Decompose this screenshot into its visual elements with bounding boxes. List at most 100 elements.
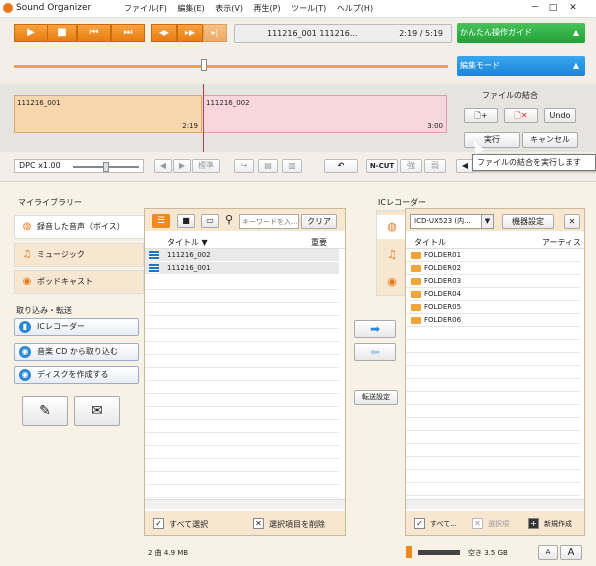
maximize-button[interactable]: □	[545, 2, 561, 15]
col-importance[interactable]: 重要	[311, 237, 327, 248]
transfer-to-library-button[interactable]: ⬅	[354, 343, 396, 361]
menu-view[interactable]: 表示(V)	[215, 4, 243, 13]
tab-voice[interactable]: ◍ 録音した音声（ボイス）	[14, 215, 144, 239]
folder-row[interactable]: FOLDER05	[406, 301, 580, 314]
dpc-up-button[interactable]: ▶	[173, 159, 191, 173]
transfer-to-recorder-button[interactable]: ➡	[354, 320, 396, 338]
library-horizontal-scrollbar[interactable]	[145, 499, 345, 509]
select-all-checkbox[interactable]: ✓	[153, 518, 164, 529]
folder-row[interactable]: FOLDER02	[406, 262, 580, 275]
folder-icon: ■	[182, 216, 190, 225]
edit-info-button[interactable]: ✎	[22, 396, 68, 426]
search-input[interactable]	[239, 214, 299, 229]
email-button[interactable]: ✉	[74, 396, 120, 426]
library-list-header: タイトル ▼ 重要	[145, 235, 345, 249]
cd-icon: ◉	[19, 346, 31, 358]
minimize-button[interactable]: －	[527, 2, 543, 15]
mail-icon: ✉	[91, 403, 103, 419]
previous-button[interactable]: ⏮	[77, 24, 111, 42]
device-select[interactable]: ICD-UX523 (内... ▼	[410, 214, 494, 229]
ic-side-tabs: ◍ ♫ ◉	[376, 210, 407, 296]
ic-tab-music[interactable]: ♫	[377, 243, 407, 267]
cancel-button[interactable]: キャンセル	[522, 132, 578, 148]
index-button[interactable]: ▥	[282, 159, 302, 173]
detail-view-button[interactable]: ▭	[201, 214, 219, 228]
add-file-button[interactable]: 🗋+	[464, 108, 498, 123]
noise-cut-button[interactable]: N-CUT	[366, 159, 398, 173]
fast-forward-button[interactable]: ▸▶	[177, 24, 203, 42]
playhead[interactable]	[203, 84, 204, 152]
close-button[interactable]: ✕	[565, 2, 581, 15]
edit-mode-button[interactable]: 編集モード ▲	[457, 56, 585, 76]
tab-podcast[interactable]: ◉ ポッドキャスト	[14, 270, 144, 294]
col-title[interactable]: タイトル ▼	[167, 237, 208, 248]
folder-row[interactable]: FOLDER06	[406, 314, 580, 327]
folder-view-button[interactable]: ■	[177, 214, 195, 228]
current-track: 111216_001 111216...	[267, 29, 358, 38]
clip-name: 111216_002	[206, 99, 250, 107]
stop-button[interactable]: ■	[47, 24, 77, 42]
ic-horizontal-scrollbar[interactable]	[406, 499, 584, 509]
file-row[interactable]: 111216_001	[145, 262, 339, 275]
library-status: 2 曲 4.9 MB	[148, 549, 189, 557]
repeat-button[interactable]: ↶	[324, 159, 358, 173]
next-button[interactable]: ⏭	[111, 24, 145, 42]
jump-button[interactable]: ▸|	[203, 24, 227, 42]
dpc-down-button[interactable]: ◀	[154, 159, 172, 173]
import-cd-button[interactable]: ◉ 音楽 CD から取り込む	[14, 343, 139, 361]
ic-select-all-checkbox[interactable]: ✓	[414, 518, 425, 529]
folder-row[interactable]: FOLDER04	[406, 288, 580, 301]
list-view-button[interactable]: ☰	[152, 214, 170, 228]
folder-row[interactable]: FOLDER01	[406, 249, 580, 262]
a-b-repeat-button[interactable]: ↪	[234, 159, 254, 173]
ic-select-all-label[interactable]: すべて...	[430, 519, 457, 529]
menu-file[interactable]: ファイル(F)	[124, 4, 167, 13]
ic-tab-podcast[interactable]: ◉	[377, 270, 407, 294]
folder-row[interactable]: FOLDER03	[406, 275, 580, 288]
menu-play[interactable]: 再生(P)	[254, 4, 281, 13]
menu-tools[interactable]: ツール(T)	[291, 4, 326, 13]
clip-2[interactable]: 111216_002 3:00	[203, 95, 447, 133]
ic-recorder-button[interactable]: ▮ ICレコーダー	[14, 318, 139, 336]
noise-cut-weak-button[interactable]: 弱	[424, 159, 446, 173]
create-disc-button[interactable]: ◉ ディスクを作成する	[14, 366, 139, 384]
ic-select-item-label[interactable]: 選択項	[488, 519, 509, 529]
undo-button[interactable]: Undo	[544, 108, 576, 123]
col-title[interactable]: タイトル	[414, 237, 446, 248]
select-all-label[interactable]: すべて選択	[169, 519, 208, 530]
dpc-standard-button[interactable]: 標準	[192, 159, 220, 173]
transfer-settings-button[interactable]: 転送設定	[354, 390, 398, 405]
player-display: 111216_001 111216... 2:19 / 5:19	[234, 24, 452, 43]
clear-search-button[interactable]: クリア	[301, 214, 337, 229]
clip-1[interactable]: 111216_001 2:19	[14, 95, 202, 133]
folder-icon	[411, 278, 421, 285]
remove-file-button[interactable]: 🗋✕	[504, 108, 538, 123]
eject-device-button[interactable]: ✕	[564, 214, 580, 229]
easy-guide-button[interactable]: かんたん操作ガイド ▲	[457, 23, 585, 43]
seek-thumb[interactable]	[200, 59, 207, 71]
delete-selected-icon[interactable]: ✕	[253, 518, 264, 529]
rewind-button[interactable]: ◀▸	[151, 24, 177, 42]
new-folder-icon[interactable]: +	[528, 518, 539, 529]
dpc-control: DPC x1.00	[14, 159, 144, 173]
delete-selected-label[interactable]: 選択項目を削除	[269, 519, 325, 530]
list-icon: ☰	[156, 216, 166, 226]
ic-delete-icon[interactable]: ✕	[472, 518, 483, 529]
add-file-icon: 🗋+	[474, 111, 488, 120]
font-large-button[interactable]: A	[560, 545, 582, 560]
seek-bar[interactable]	[14, 65, 448, 68]
bookmark-button[interactable]: ▤	[258, 159, 278, 173]
device-settings-button[interactable]: 機器設定	[502, 214, 554, 229]
noise-cut-strong-button[interactable]: 強	[400, 159, 422, 173]
play-button[interactable]: ▶	[14, 24, 48, 42]
tab-music[interactable]: ♫ ミュージック	[14, 243, 144, 267]
app-icon	[3, 3, 13, 13]
new-folder-label[interactable]: 新規作成	[544, 519, 572, 529]
menu-help[interactable]: ヘルプ(H)	[337, 4, 373, 13]
ic-tab-voice[interactable]: ◍	[377, 215, 407, 239]
file-row[interactable]: 111216_002	[145, 249, 339, 262]
dpc-slider-thumb[interactable]	[103, 162, 109, 172]
menu-edit[interactable]: 編集(E)	[177, 4, 204, 13]
font-small-button[interactable]: A	[538, 545, 558, 560]
remove-file-icon: 🗋✕	[514, 111, 528, 120]
